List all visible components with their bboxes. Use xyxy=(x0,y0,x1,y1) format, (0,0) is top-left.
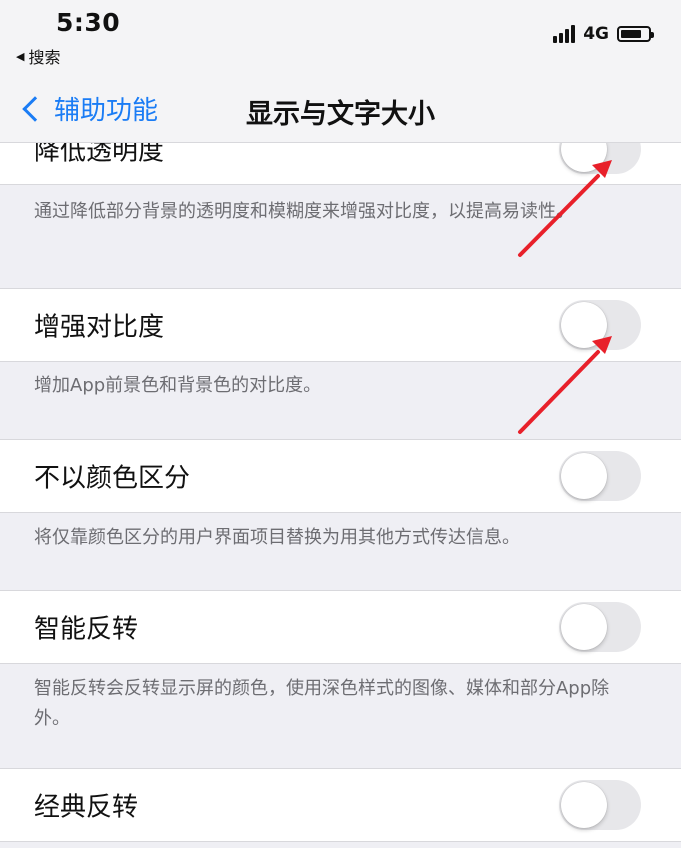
setting-footer: 增加App前景色和背景色的对比度。 xyxy=(34,375,322,396)
reduce-transparency-toggle[interactable] xyxy=(559,143,641,174)
smart-invert-toggle[interactable] xyxy=(559,602,641,652)
setting-row-smart-invert: 智能反转 xyxy=(0,590,681,664)
page-title: 显示与文字大小 xyxy=(246,99,435,130)
setting-label: 不以颜色区分 xyxy=(34,463,191,494)
status-indicators: 4G xyxy=(553,24,654,44)
setting-label: 经典反转 xyxy=(34,792,139,823)
setting-row-increase-contrast: 增强对比度 xyxy=(0,288,681,362)
toggle-knob xyxy=(561,782,607,828)
back-to-app-button[interactable]: ◀ 搜索 xyxy=(16,44,60,68)
increase-contrast-toggle[interactable] xyxy=(559,300,641,350)
battery-icon xyxy=(617,26,654,42)
toggle-knob xyxy=(561,453,607,499)
setting-row-differentiate-without-color: 不以颜色区分 xyxy=(0,439,681,513)
toggle-knob xyxy=(561,302,607,348)
status-time: 5:30 xyxy=(56,8,121,37)
setting-footer: 将仅靠颜色区分的用户界面项目替换为用其他方式传达信息。 xyxy=(34,527,520,548)
cellular-signal-icon xyxy=(553,25,576,43)
settings-list: 降低透明度 通过降低部分背景的透明度和模糊度来增强对比度，以提高易读性。 增强对… xyxy=(0,143,681,848)
setting-label: 增强对比度 xyxy=(34,312,165,343)
back-app-label: 搜索 xyxy=(28,48,61,67)
status-bar: 5:30 ◀ 搜索 4G xyxy=(0,0,681,72)
setting-row-classic-invert: 经典反转 xyxy=(0,768,681,842)
differentiate-without-color-toggle[interactable] xyxy=(559,451,641,501)
setting-label: 降低透明度 xyxy=(34,143,165,167)
setting-row-reduce-transparency: 降低透明度 xyxy=(0,143,681,185)
navigation-bar: 辅助功能 显示与文字大小 xyxy=(0,72,681,143)
back-triangle-icon: ◀ xyxy=(16,49,25,63)
setting-label: 智能反转 xyxy=(34,614,139,645)
toggle-knob xyxy=(561,143,607,172)
network-type: 4G xyxy=(583,24,609,44)
toggle-knob xyxy=(561,604,607,650)
classic-invert-toggle[interactable] xyxy=(559,780,641,830)
setting-footer: 智能反转会反转显示屏的颜色，使用深色样式的图像、媒体和部分App除外。 xyxy=(34,678,610,729)
setting-footer: 通过降低部分背景的透明度和模糊度来增强对比度，以提高易读性。 xyxy=(34,201,574,222)
battery-level xyxy=(621,30,641,38)
